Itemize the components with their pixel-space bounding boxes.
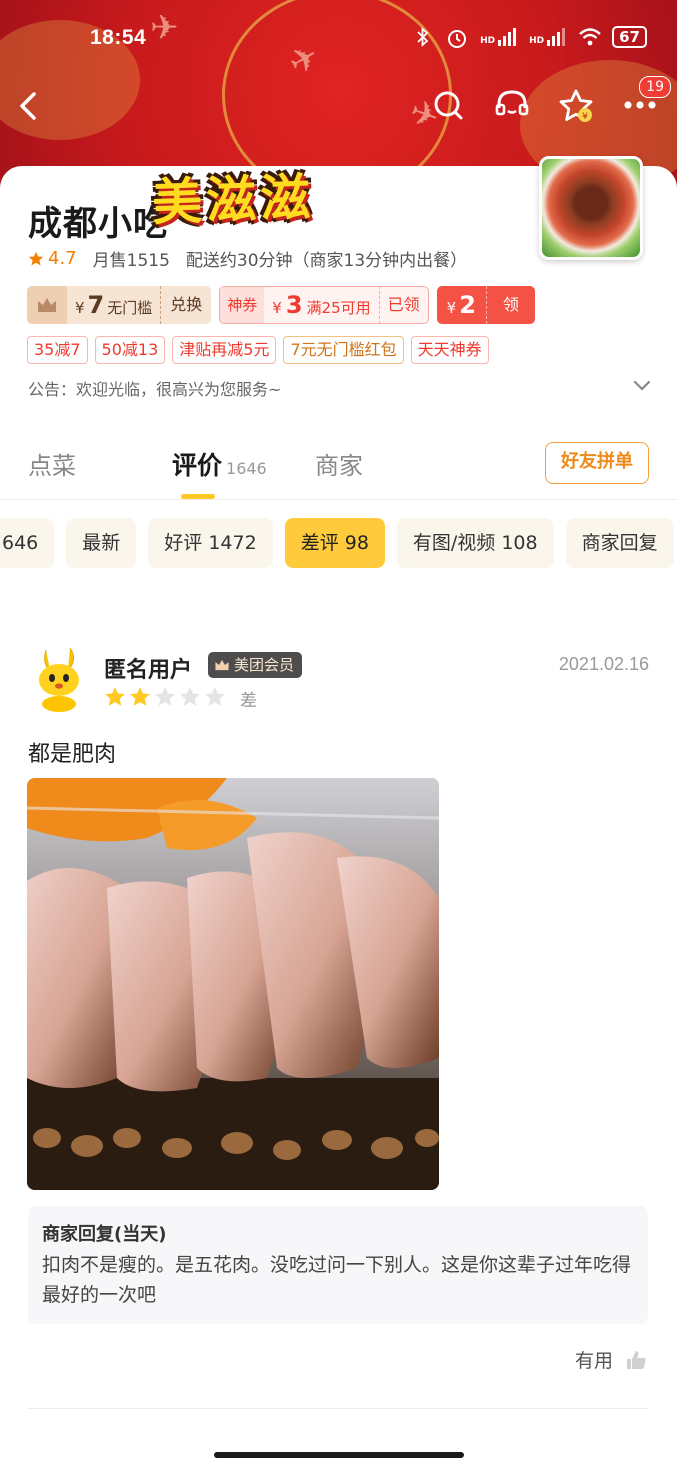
tab-label: 点菜: [28, 452, 76, 480]
notification-badge: 19: [639, 76, 671, 98]
vip-coupon-amount: ¥ 7 无门槛: [67, 291, 160, 319]
shop-thumbnail[interactable]: [539, 156, 643, 260]
currency-symbol: ¥: [446, 299, 457, 317]
coupon-value: 3: [285, 291, 303, 319]
currency-symbol: ¥: [272, 299, 282, 317]
promo-tag: 津贴再减5元: [172, 336, 277, 364]
reviewer-name: 匿名用户: [104, 658, 193, 683]
shop-notice: 公告：欢迎光临，很高兴为您服务~: [28, 380, 282, 399]
favorite-star-icon[interactable]: ¥: [557, 86, 595, 124]
avatar[interactable]: [28, 646, 90, 712]
thumbs-up-icon: [627, 1350, 646, 1369]
wifi-icon: [578, 27, 601, 47]
tab-label: 评价: [172, 451, 223, 480]
network-label: HD: [480, 36, 496, 46]
coupon-value: 7: [87, 291, 105, 319]
promo-tag: 50减13: [94, 336, 166, 364]
filter-latest[interactable]: 最新: [66, 518, 137, 568]
battery-indicator: 67: [612, 26, 647, 48]
status-icons: HD HD 67: [412, 26, 647, 48]
star-empty-icon: [205, 687, 225, 706]
god-coupon-value: ¥ 3 满25可用: [264, 291, 378, 319]
member-label: 美团会员: [234, 656, 295, 674]
claim-button[interactable]: 领: [485, 286, 535, 324]
crown-icon: [27, 286, 67, 324]
tab-order[interactable]: 点菜: [28, 446, 76, 481]
promotion-tags: 35减7 50减13 津贴再减5元 7元无门槛红包 天天神券: [27, 336, 489, 364]
shop-tabs: 点菜 评价 1646 商家 好友拼单: [0, 436, 677, 500]
review-text: 都是肥肉: [28, 742, 117, 767]
sticker-overlay: 美滋滋: [151, 168, 316, 232]
review-filters: 646 最新 好评 1472 差评 98 有图/视频 108 商家回复: [0, 518, 674, 568]
tab-label: 商家: [315, 452, 363, 480]
claimed-status: 已领: [378, 287, 428, 323]
filter-merchant-reply[interactable]: 商家回复: [565, 518, 674, 568]
promo-tag: 7元无门槛红包: [283, 336, 404, 364]
star-empty-icon: [155, 687, 175, 706]
star-filled-icon: [130, 687, 150, 706]
promo-tag: 35减7: [27, 336, 88, 364]
network-label: HD: [529, 36, 545, 46]
merchant-reply: 商家回复(当天) 扣肉不是瘦的。是五花肉。没吃过问一下别人。这是你这辈子过年吃得…: [28, 1206, 648, 1324]
signal-hd-icon: HD: [529, 28, 566, 46]
coupon-row: ¥ 7 无门槛 兑换 神券 ¥ 3 满25可用 已领 ¥ 2 领: [27, 286, 535, 324]
reply-text: 扣肉不是瘦的。是五花肉。没吃过问一下别人。这是你这辈子过年吃得最好的一次吧: [42, 1254, 632, 1306]
filter-negative[interactable]: 差评 98: [284, 518, 385, 568]
coupon-desc: 满25可用: [306, 299, 371, 317]
status-time: 18:54: [90, 26, 147, 49]
search-icon[interactable]: [429, 86, 467, 124]
god-coupon-label: 神券: [220, 287, 265, 323]
red-coupon[interactable]: ¥ 2 领: [436, 286, 535, 324]
delivery-time: 配送约30分钟（商家13分钟内出餐）: [185, 251, 468, 271]
vip-coupon[interactable]: ¥ 7 无门槛 兑换: [27, 286, 212, 324]
filter-positive[interactable]: 好评 1472: [148, 518, 273, 568]
useful-label: 有用: [574, 1350, 613, 1372]
rating-value: 4.7: [48, 248, 77, 269]
alarm-icon: [446, 27, 468, 48]
reply-title: 商家回复(当天): [42, 1224, 167, 1245]
bluetooth-icon: [412, 26, 434, 48]
signal-hd-icon: HD: [480, 28, 517, 46]
exchange-button[interactable]: 兑换: [160, 286, 211, 324]
currency-symbol: ¥: [75, 299, 85, 317]
god-coupon[interactable]: 神券 ¥ 3 满25可用 已领: [219, 286, 429, 324]
star-empty-icon: [180, 687, 200, 706]
back-arrow-icon[interactable]: [14, 88, 44, 124]
shop-name: 成都小吃: [28, 204, 168, 244]
promo-tag: 天天神券: [410, 336, 489, 364]
coupon-value: 2: [459, 291, 476, 319]
top-nav-bar: ¥ 19: [0, 76, 677, 132]
filter-with-media[interactable]: 有图/视频 108: [396, 518, 554, 568]
group-buy-button[interactable]: 好友拼单: [545, 442, 649, 484]
useful-button[interactable]: 有用: [575, 1346, 647, 1373]
home-indicator[interactable]: [214, 1452, 464, 1458]
shop-rating: 4.7: [28, 248, 77, 269]
star-rating: [104, 686, 226, 708]
red-coupon-value: ¥ 2: [437, 291, 486, 319]
coupon-desc: 无门槛: [107, 299, 153, 317]
review-divider: [28, 1408, 649, 1409]
review-photo[interactable]: [27, 778, 439, 1190]
tab-merchant[interactable]: 商家: [315, 446, 363, 481]
review-date: 2021.02.16: [558, 654, 649, 674]
status-bar: 18:54 HD HD 67: [0, 22, 677, 56]
star-filled-icon: [105, 687, 125, 706]
chevron-down-icon[interactable]: [633, 376, 651, 394]
tab-reviews[interactable]: 评价 1646: [172, 446, 267, 482]
rating-label: 差: [240, 691, 257, 711]
shop-info-card: 成都小吃 美滋滋 4.7 月售1515 配送约30分钟（商家13分钟内出餐） ¥…: [0, 156, 677, 426]
more-menu-icon[interactable]: 19: [621, 76, 671, 124]
crown-icon: [215, 659, 229, 671]
rating-star-icon: [28, 251, 44, 265]
review-count: 1646: [226, 459, 267, 478]
member-badge: 美团会员: [208, 652, 303, 678]
customer-service-icon[interactable]: [493, 86, 531, 124]
shop-meta: 4.7 月售1515 配送约30分钟（商家13分钟内出餐）: [28, 246, 467, 271]
active-tab-indicator: [181, 494, 215, 499]
monthly-sales: 月售1515: [92, 251, 170, 271]
svg-text:¥: ¥: [582, 112, 588, 122]
filter-all[interactable]: 646: [0, 518, 55, 568]
